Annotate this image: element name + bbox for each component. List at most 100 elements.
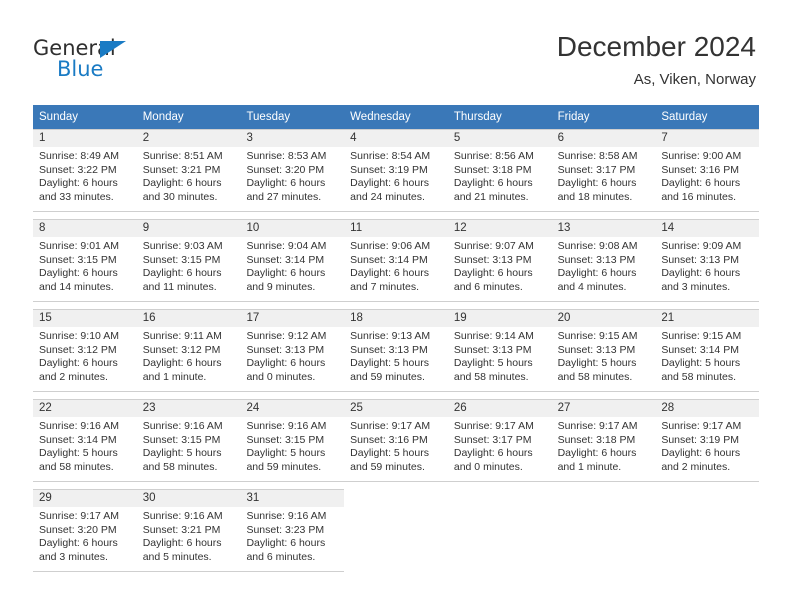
- day-cell[interactable]: 12 Sunrise: 9:07 AM Sunset: 3:13 PM Dayl…: [447, 219, 552, 302]
- day-cell[interactable]: 16 Sunrise: 9:11 AM Sunset: 3:12 PM Dayl…: [136, 309, 241, 392]
- day-cell[interactable]: 31 Sunrise: 9:16 AM Sunset: 3:23 PM Dayl…: [240, 489, 345, 572]
- calendar-page: General Blue December 2024 As, Viken, No…: [0, 0, 792, 612]
- day-cell[interactable]: 10 Sunrise: 9:04 AM Sunset: 3:14 PM Dayl…: [240, 219, 345, 302]
- day-cell[interactable]: 19 Sunrise: 9:14 AM Sunset: 3:13 PM Dayl…: [447, 309, 552, 392]
- daylight-text-line1: Daylight: 5 hours: [39, 447, 118, 460]
- day-cell[interactable]: 30 Sunrise: 9:16 AM Sunset: 3:21 PM Dayl…: [136, 489, 241, 572]
- day-details: Sunrise: 9:00 AM Sunset: 3:16 PM Dayligh…: [655, 147, 759, 204]
- sunrise-text: Sunrise: 9:13 AM: [350, 330, 431, 342]
- sunset-text: Sunset: 3:13 PM: [557, 343, 636, 356]
- day-cell[interactable]: 20 Sunrise: 9:15 AM Sunset: 3:13 PM Dayl…: [551, 309, 656, 392]
- sunrise-text: Sunrise: 9:09 AM: [661, 240, 742, 252]
- sunset-text: Sunset: 3:17 PM: [453, 433, 532, 446]
- sunset-text: Sunset: 3:20 PM: [39, 523, 117, 536]
- day-number: 3: [240, 130, 345, 147]
- sunrise-text: Sunrise: 9:03 AM: [142, 240, 223, 252]
- day-details: Sunrise: 9:07 AM Sunset: 3:13 PM Dayligh…: [448, 237, 552, 294]
- day-cell[interactable]: 24 Sunrise: 9:16 AM Sunset: 3:15 PM Dayl…: [240, 399, 345, 482]
- sunset-text: Sunset: 3:22 PM: [39, 163, 117, 176]
- day-cell[interactable]: 26 Sunrise: 9:17 AM Sunset: 3:17 PM Dayl…: [447, 399, 552, 482]
- day-number: 17: [240, 310, 345, 327]
- day-cell[interactable]: 7 Sunrise: 9:00 AM Sunset: 3:16 PM Dayli…: [655, 129, 760, 212]
- sunset-text: Sunset: 3:21 PM: [142, 523, 221, 536]
- day-number: 11: [344, 220, 448, 237]
- daylight-text-line1: Daylight: 5 hours: [246, 447, 326, 460]
- day-cell[interactable]: 11 Sunrise: 9:06 AM Sunset: 3:14 PM Dayl…: [344, 219, 448, 302]
- sunset-text: Sunset: 3:20 PM: [246, 163, 325, 176]
- sunset-text: Sunset: 3:18 PM: [453, 163, 532, 176]
- sunrise-text: Sunrise: 9:16 AM: [142, 420, 223, 432]
- day-details: Sunrise: 9:15 AM Sunset: 3:13 PM Dayligh…: [552, 327, 656, 384]
- day-cell[interactable]: 13 Sunrise: 9:08 AM Sunset: 3:13 PM Dayl…: [551, 219, 656, 302]
- day-details: Sunrise: 9:09 AM Sunset: 3:13 PM Dayligh…: [655, 237, 759, 294]
- daylight-text-line2: and 18 minutes.: [557, 190, 633, 203]
- day-details: Sunrise: 9:17 AM Sunset: 3:19 PM Dayligh…: [655, 417, 759, 474]
- day-cell[interactable]: 27 Sunrise: 9:17 AM Sunset: 3:18 PM Dayl…: [551, 399, 656, 482]
- day-cell[interactable]: 21 Sunrise: 9:15 AM Sunset: 3:14 PM Dayl…: [655, 309, 760, 392]
- day-number: 9: [136, 220, 241, 237]
- sunset-text: Sunset: 3:14 PM: [39, 433, 117, 446]
- weekday-header-wednesday: Wednesday: [350, 111, 411, 123]
- daylight-text-line2: and 27 minutes.: [246, 190, 322, 203]
- sunset-text: Sunset: 3:15 PM: [142, 253, 221, 266]
- daylight-text-line1: Daylight: 6 hours: [246, 537, 326, 550]
- day-number: 8: [33, 220, 137, 237]
- sunrise-text: Sunrise: 8:58 AM: [557, 150, 638, 162]
- day-cell[interactable]: 17 Sunrise: 9:12 AM Sunset: 3:13 PM Dayl…: [240, 309, 345, 392]
- day-details: Sunrise: 9:06 AM Sunset: 3:14 PM Dayligh…: [344, 237, 448, 294]
- week-row: 15 Sunrise: 9:10 AM Sunset: 3:12 PM Dayl…: [33, 309, 760, 392]
- day-cell[interactable]: 1 Sunrise: 8:49 AM Sunset: 3:22 PM Dayli…: [33, 129, 137, 212]
- daylight-text-line1: Daylight: 6 hours: [39, 357, 118, 370]
- page-subtitle: As, Viken, Norway: [633, 71, 756, 88]
- day-cell[interactable]: 23 Sunrise: 9:16 AM Sunset: 3:15 PM Dayl…: [136, 399, 241, 482]
- day-details: Sunrise: 9:15 AM Sunset: 3:14 PM Dayligh…: [655, 327, 759, 384]
- sunset-text: Sunset: 3:13 PM: [453, 343, 532, 356]
- weekday-header-row: Sunday Monday Tuesday Wednesday Thursday…: [33, 105, 759, 129]
- day-cell[interactable]: 8 Sunrise: 9:01 AM Sunset: 3:15 PM Dayli…: [33, 219, 137, 302]
- day-number: 4: [344, 130, 448, 147]
- sunrise-text: Sunrise: 8:53 AM: [246, 150, 327, 162]
- daylight-text-line2: and 58 minutes.: [39, 460, 114, 473]
- day-cell[interactable]: 9 Sunrise: 9:03 AM Sunset: 3:15 PM Dayli…: [136, 219, 241, 302]
- day-cell[interactable]: 4 Sunrise: 8:54 AM Sunset: 3:19 PM Dayli…: [344, 129, 448, 212]
- day-number: 25: [344, 400, 448, 417]
- sunset-text: Sunset: 3:19 PM: [350, 163, 428, 176]
- sunrise-text: Sunrise: 9:14 AM: [453, 330, 534, 342]
- day-number: 28: [655, 400, 760, 417]
- day-cell[interactable]: 28 Sunrise: 9:17 AM Sunset: 3:19 PM Dayl…: [655, 399, 760, 482]
- week-row: 29 Sunrise: 9:17 AM Sunset: 3:20 PM Dayl…: [33, 489, 760, 572]
- day-cell[interactable]: 25 Sunrise: 9:17 AM Sunset: 3:16 PM Dayl…: [344, 399, 448, 482]
- daylight-text-line1: Daylight: 6 hours: [142, 177, 222, 190]
- day-cell[interactable]: 15 Sunrise: 9:10 AM Sunset: 3:12 PM Dayl…: [33, 309, 137, 392]
- day-details: Sunrise: 9:16 AM Sunset: 3:21 PM Dayligh…: [137, 507, 241, 564]
- day-cell[interactable]: 14 Sunrise: 9:09 AM Sunset: 3:13 PM Dayl…: [655, 219, 760, 302]
- sunset-text: Sunset: 3:15 PM: [39, 253, 117, 266]
- sunrise-text: Sunrise: 9:17 AM: [350, 420, 431, 432]
- sunrise-text: Sunrise: 8:49 AM: [39, 150, 119, 162]
- daylight-text-line1: Daylight: 6 hours: [246, 267, 326, 280]
- day-number: 21: [655, 310, 760, 327]
- weekday-header-monday: Monday: [142, 111, 184, 123]
- day-cell[interactable]: 22 Sunrise: 9:16 AM Sunset: 3:14 PM Dayl…: [33, 399, 137, 482]
- weekday-header-saturday: Saturday: [661, 111, 708, 123]
- day-cell[interactable]: 2 Sunrise: 8:51 AM Sunset: 3:21 PM Dayli…: [136, 129, 241, 212]
- day-cell[interactable]: 3 Sunrise: 8:53 AM Sunset: 3:20 PM Dayli…: [240, 129, 345, 212]
- day-number: 23: [136, 400, 241, 417]
- day-details: Sunrise: 9:04 AM Sunset: 3:14 PM Dayligh…: [240, 237, 344, 294]
- sunrise-text: Sunrise: 8:51 AM: [142, 150, 223, 162]
- sunrise-text: Sunrise: 9:17 AM: [39, 510, 119, 522]
- generalblue-logo[interactable]: General Blue: [33, 36, 233, 86]
- daylight-text-line2: and 6 minutes.: [246, 550, 316, 563]
- daylight-text-line1: Daylight: 5 hours: [557, 357, 637, 370]
- day-cell[interactable]: 18 Sunrise: 9:13 AM Sunset: 3:13 PM Dayl…: [344, 309, 448, 392]
- day-details: Sunrise: 9:16 AM Sunset: 3:15 PM Dayligh…: [137, 417, 241, 474]
- sunrise-text: Sunrise: 9:10 AM: [39, 330, 119, 342]
- day-number: 1: [33, 130, 137, 147]
- day-cell[interactable]: 5 Sunrise: 8:56 AM Sunset: 3:18 PM Dayli…: [447, 129, 552, 212]
- day-number: 12: [447, 220, 552, 237]
- day-cell[interactable]: 29 Sunrise: 9:17 AM Sunset: 3:20 PM Dayl…: [33, 489, 137, 572]
- daylight-text-line2: and 11 minutes.: [142, 280, 217, 293]
- sunset-text: Sunset: 3:13 PM: [661, 253, 739, 266]
- day-cell[interactable]: 6 Sunrise: 8:58 AM Sunset: 3:17 PM Dayli…: [551, 129, 656, 212]
- sunrise-text: Sunrise: 9:17 AM: [557, 420, 638, 432]
